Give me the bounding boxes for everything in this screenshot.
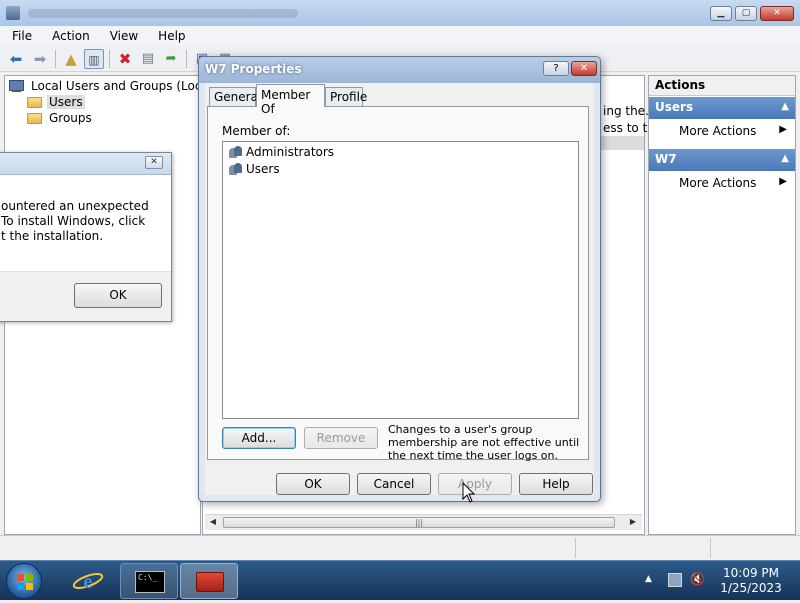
main-window-title-blurred xyxy=(28,9,298,18)
status-bar xyxy=(0,535,800,560)
more-actions-users[interactable]: More Actions ▶ xyxy=(649,119,795,143)
clock-time: 10:09 PM xyxy=(723,566,779,580)
ok-button[interactable]: OK xyxy=(276,473,350,495)
actions-pane: Actions Users ▲ More Actions ▶ W7 ▲ More… xyxy=(648,75,796,535)
svg-text:e: e xyxy=(84,571,93,593)
close-icon[interactable]: ✕ xyxy=(145,156,163,169)
properties-icon[interactable]: ▤ xyxy=(138,49,158,69)
scroll-left-arrow-icon[interactable]: ◀ xyxy=(207,517,219,526)
actions-section-title: W7 xyxy=(655,152,677,166)
add-button[interactable]: Add... xyxy=(222,427,296,449)
toolbox-icon xyxy=(196,572,224,592)
close-icon[interactable]: ✕ xyxy=(571,61,597,76)
actions-section-w7[interactable]: W7 ▲ xyxy=(649,149,795,171)
actions-section-title: Users xyxy=(655,100,694,114)
tree-node-users[interactable]: Users xyxy=(27,95,85,109)
local-users-groups-icon xyxy=(9,79,24,93)
error-dialog-footer: OK xyxy=(0,271,171,321)
details-row-highlight xyxy=(598,136,644,150)
taskbar: e C:\_ ▲ 🔇 10:09 PM 1/25/2023 xyxy=(0,560,800,600)
tree-node-groups[interactable]: Groups xyxy=(27,111,94,125)
tree-node-root[interactable]: Local Users and Groups (Local) xyxy=(9,79,219,93)
computer-management-app-icon xyxy=(6,6,20,20)
command-prompt-taskbar-button[interactable]: C:\_ xyxy=(120,563,178,599)
submenu-arrow-icon: ▶ xyxy=(779,176,787,187)
cancel-button[interactable]: Cancel xyxy=(357,473,431,495)
back-icon[interactable]: ⬅ xyxy=(6,49,26,69)
group-icon xyxy=(229,162,243,176)
more-actions-label: More Actions xyxy=(679,124,757,138)
scroll-right-arrow-icon[interactable]: ▶ xyxy=(627,517,639,526)
scrollbar-thumb[interactable]: ||| xyxy=(223,517,615,528)
delete-icon[interactable]: ✖ xyxy=(115,49,135,69)
internet-explorer-taskbar-icon[interactable]: e xyxy=(70,566,106,596)
network-status-icon[interactable] xyxy=(668,573,682,587)
list-item[interactable]: Administrators xyxy=(229,145,334,159)
menu-file[interactable]: File xyxy=(0,26,40,46)
export-icon[interactable]: ➦ xyxy=(161,49,181,69)
list-item-label: Administrators xyxy=(246,145,335,159)
collapse-up-icon[interactable]: ▲ xyxy=(781,153,789,164)
actions-header: Actions xyxy=(649,76,795,96)
tab-profile[interactable]: Profile xyxy=(325,87,367,106)
group-membership-list[interactable]: Administrators Users xyxy=(222,141,579,419)
help-icon[interactable]: ? xyxy=(543,61,569,76)
forward-icon[interactable]: ➡ xyxy=(30,49,50,69)
membership-note: Changes to a user's group membership are… xyxy=(388,423,580,462)
tab-general[interactable]: General xyxy=(209,87,261,106)
tree-root-label: Local Users and Groups (Local) xyxy=(31,79,217,93)
menu-action[interactable]: Action xyxy=(40,26,98,46)
computer-management-taskbar-button[interactable] xyxy=(180,563,238,599)
actions-section-users[interactable]: Users ▲ xyxy=(649,97,795,119)
command-prompt-icon: C:\_ xyxy=(135,571,165,593)
folder-icon xyxy=(27,112,42,124)
error-message-line: t the installation. xyxy=(1,229,104,243)
main-title-bar[interactable]: ▁ ▢ ✕ xyxy=(0,0,800,26)
folder-icon xyxy=(27,96,42,108)
error-message-line: To install Windows, click xyxy=(1,214,146,228)
windows-logo-icon xyxy=(17,574,33,590)
properties-title: W7 Properties xyxy=(205,62,302,76)
clock-date: 1/25/2023 xyxy=(720,581,782,595)
up-folder-icon[interactable]: ▲ xyxy=(61,49,81,69)
group-icon xyxy=(229,145,243,159)
maximize-button[interactable]: ▢ xyxy=(735,6,757,21)
menu-view[interactable]: View xyxy=(98,26,146,46)
clock[interactable]: 10:09 PM 1/25/2023 xyxy=(712,566,790,596)
tab-member-of[interactable]: Member Of xyxy=(256,84,325,116)
setup-error-dialog: ✕ ountered an unexpected To install Wind… xyxy=(0,152,172,322)
tree-users-label: Users xyxy=(47,95,85,109)
start-button[interactable] xyxy=(6,563,42,599)
error-dialog-title-bar[interactable]: ✕ xyxy=(0,153,171,175)
error-message: ountered an unexpected To install Window… xyxy=(0,175,171,271)
help-button[interactable]: Help xyxy=(519,473,593,495)
error-ok-button[interactable]: OK xyxy=(74,283,162,308)
submenu-arrow-icon: ▶ xyxy=(779,124,787,135)
user-properties-dialog: W7 Properties ? ✕ General Member Of Prof… xyxy=(198,56,601,502)
list-item[interactable]: Users xyxy=(229,162,280,176)
collapse-up-icon[interactable]: ▲ xyxy=(781,101,789,112)
minimize-button[interactable]: ▁ xyxy=(710,6,732,21)
internet-explorer-icon: e xyxy=(72,571,104,593)
properties-client-area: General Member Of Profile Member of: Adm… xyxy=(205,83,594,495)
menu-help[interactable]: Help xyxy=(146,26,193,46)
member-of-label: Member of: xyxy=(222,124,291,138)
tree-groups-label: Groups xyxy=(49,111,92,125)
menu-bar: File Action View Help xyxy=(0,26,800,46)
list-item-label: Users xyxy=(246,162,280,176)
close-window-button[interactable]: ✕ xyxy=(760,6,794,21)
remove-button[interactable]: Remove xyxy=(304,427,378,449)
show-hide-tree-icon[interactable]: ▥ xyxy=(84,49,104,69)
member-of-tab-panel: Member of: Administrators Users Add... R… xyxy=(207,106,589,462)
mouse-cursor-icon xyxy=(462,482,476,503)
error-message-line: ountered an unexpected xyxy=(1,199,149,213)
show-hidden-icons-icon[interactable]: ▲ xyxy=(645,574,652,584)
more-actions-w7[interactable]: More Actions ▶ xyxy=(649,171,795,195)
details-horizontal-scrollbar[interactable]: ◀ ||| ▶ xyxy=(205,514,642,530)
more-actions-label: More Actions xyxy=(679,176,757,190)
volume-muted-icon[interactable]: 🔇 xyxy=(690,572,705,586)
